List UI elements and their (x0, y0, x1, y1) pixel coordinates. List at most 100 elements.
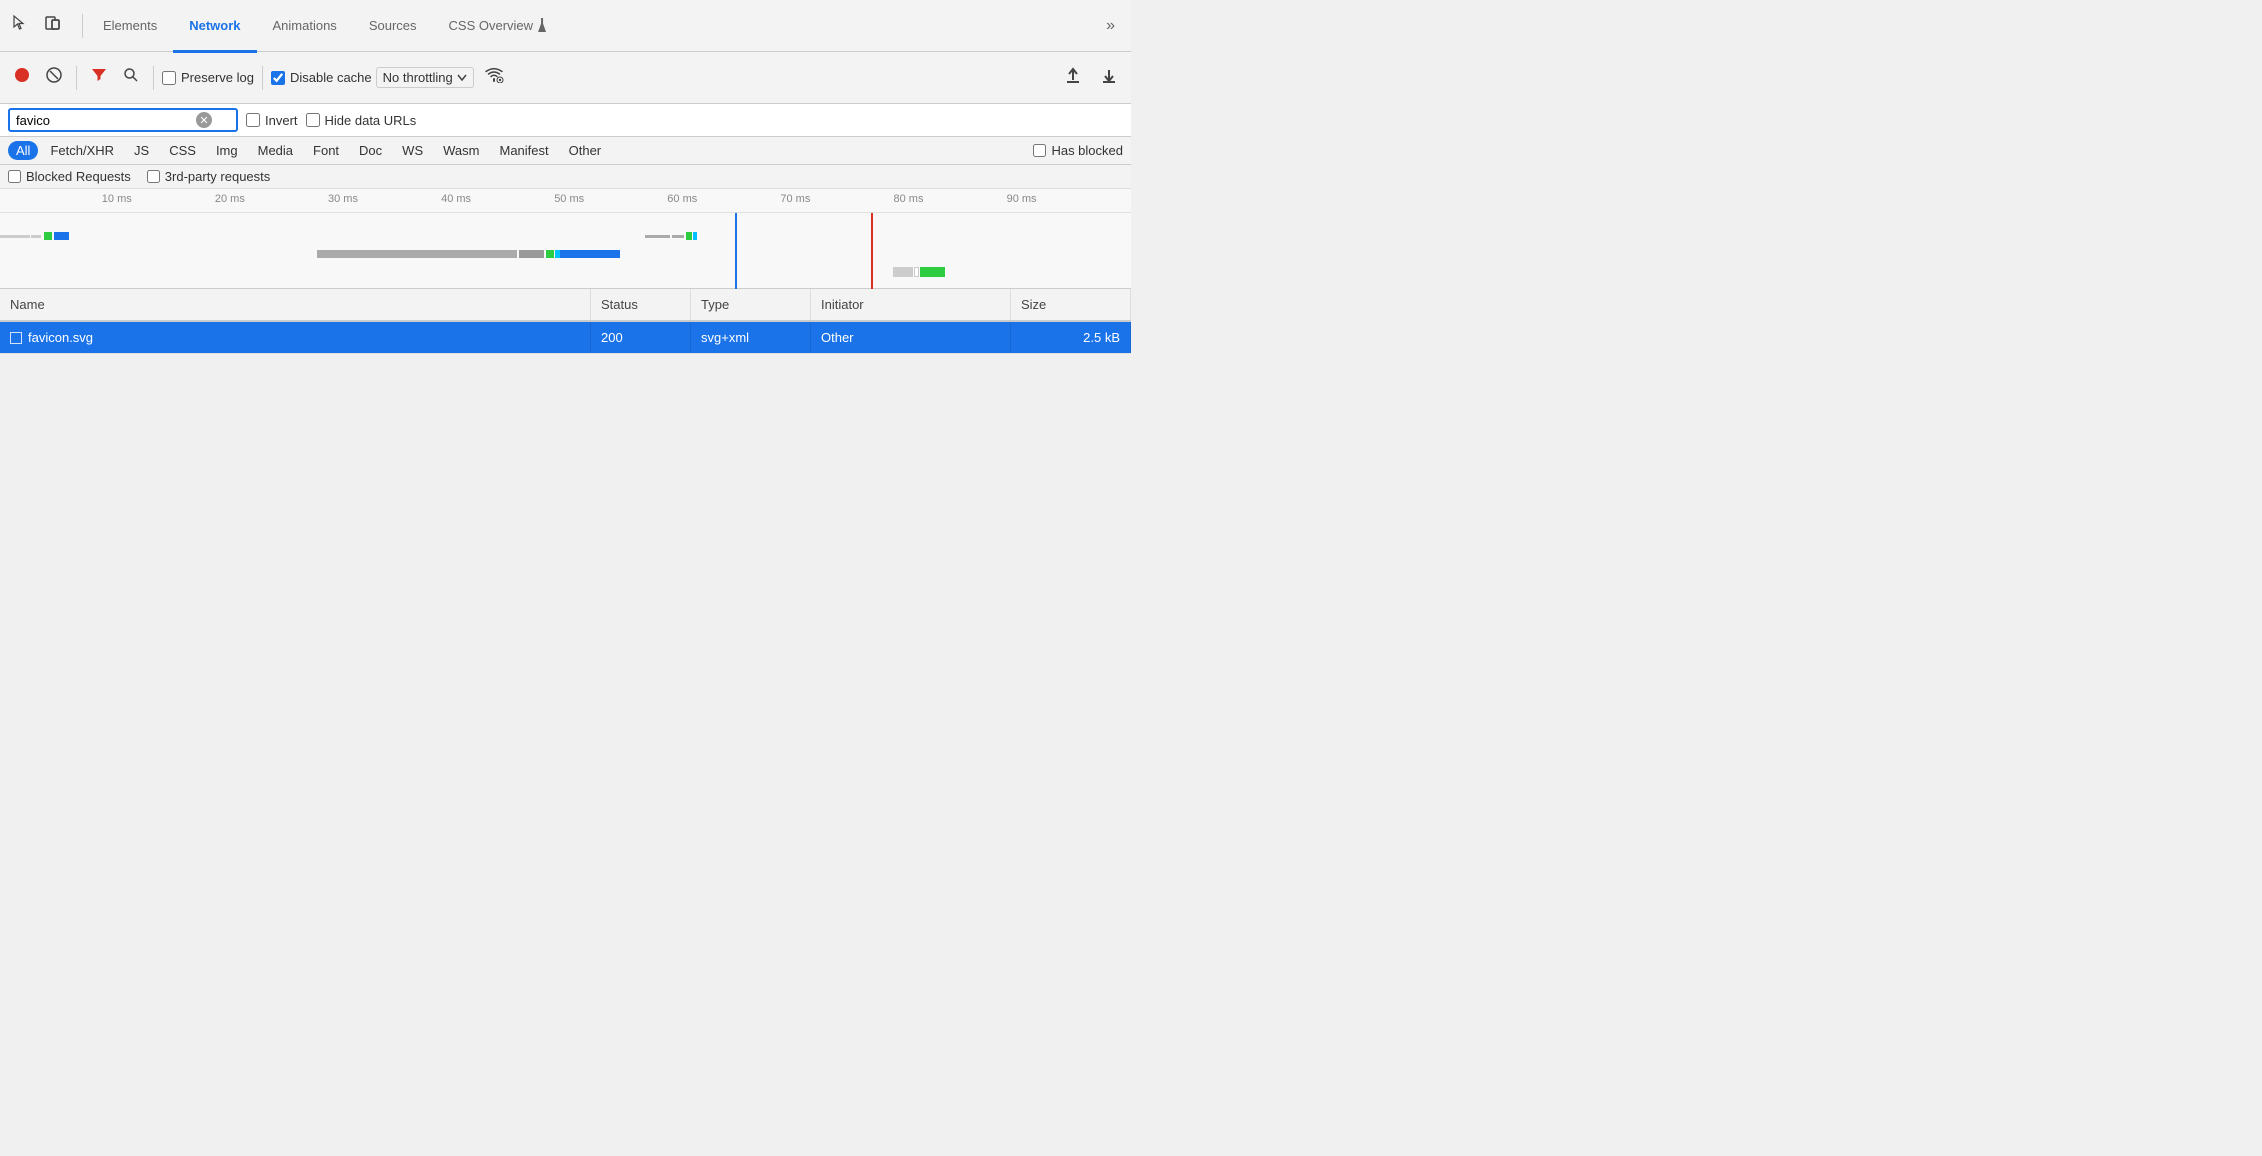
chevron-down-icon (457, 74, 467, 81)
wf-bar-3a (645, 235, 670, 238)
cell-initiator: Other (811, 322, 1011, 353)
timeline-container: 10 ms 20 ms 30 ms 40 ms 50 ms 60 ms 70 m… (0, 189, 1131, 289)
row-checkbox[interactable] (10, 332, 22, 344)
filter-button[interactable] (85, 63, 113, 92)
type-btn-media[interactable]: Media (250, 141, 301, 160)
clear-button[interactable] (40, 63, 68, 92)
type-filter-row: All Fetch/XHR JS CSS Img Media Font Doc … (0, 137, 1131, 165)
type-btn-wasm[interactable]: Wasm (435, 141, 487, 160)
tick-60ms: 60 ms (667, 193, 697, 205)
tab-elements[interactable]: Elements (87, 1, 173, 53)
wf-bar-1d (54, 232, 69, 240)
wf-bar-1a (0, 235, 30, 238)
blocked-row: Blocked Requests 3rd-party requests (0, 165, 1131, 189)
import-button[interactable] (1059, 62, 1087, 93)
blocked-requests-checkbox[interactable] (8, 170, 21, 183)
wf-bar-1c (44, 232, 52, 240)
toolbar-divider-2 (153, 66, 154, 90)
wf-bar-3d (693, 232, 697, 240)
search-button[interactable] (117, 63, 145, 92)
type-btn-other[interactable]: Other (561, 141, 610, 160)
throttle-dropdown[interactable]: No throttling (376, 67, 474, 88)
wf-bar-4a (893, 267, 913, 277)
cell-type: svg+xml (691, 322, 811, 353)
tab-css-overview[interactable]: CSS Overview (433, 1, 564, 53)
toolbar-divider-1 (76, 66, 77, 90)
type-btn-fetch-xhr[interactable]: Fetch/XHR (42, 141, 122, 160)
tab-network[interactable]: Network (173, 1, 256, 53)
dom-content-loaded-line (735, 213, 737, 289)
tab-bar: Elements Network Animations Sources CSS … (0, 0, 1131, 52)
toolbar-divider-3 (262, 66, 263, 90)
table-row[interactable]: favicon.svg 200 svg+xml Other 2.5 kB (0, 322, 1131, 354)
tick-80ms: 80 ms (893, 193, 923, 205)
network-conditions-button[interactable] (478, 63, 510, 92)
disable-cache-checkbox[interactable] (271, 71, 285, 85)
wf-bar-1b (31, 235, 41, 238)
type-btn-ws[interactable]: WS (394, 141, 431, 160)
tick-70ms: 70 ms (780, 193, 810, 205)
export-button[interactable] (1095, 62, 1123, 93)
wifi-icon (484, 67, 504, 83)
type-btn-css[interactable]: CSS (161, 141, 204, 160)
col-size[interactable]: Size (1011, 289, 1131, 320)
clear-search-button[interactable]: ✕ (196, 112, 212, 128)
tick-20ms: 20 ms (215, 193, 245, 205)
devtools-icons (8, 10, 66, 41)
tick-50ms: 50 ms (554, 193, 584, 205)
hide-data-urls-checkbox[interactable] (306, 113, 320, 127)
cell-size: 2.5 kB (1011, 322, 1131, 353)
device-toolbar-icon[interactable] (40, 10, 66, 41)
wf-bar-2a (317, 250, 517, 258)
cell-status: 200 (591, 322, 691, 353)
tick-90ms: 90 ms (1007, 193, 1037, 205)
timeline-ruler: 10 ms 20 ms 30 ms 40 ms 50 ms 60 ms 70 m… (0, 189, 1131, 213)
wf-bar-4c (920, 267, 945, 277)
hide-data-urls-label[interactable]: Hide data URLs (306, 113, 417, 128)
table-body: favicon.svg 200 svg+xml Other 2.5 kB (0, 322, 1131, 354)
type-btn-img[interactable]: Img (208, 141, 246, 160)
third-party-label[interactable]: 3rd-party requests (147, 169, 271, 184)
wf-bar-4b (914, 267, 919, 277)
wf-bar-2b (519, 250, 544, 258)
type-btn-doc[interactable]: Doc (351, 141, 390, 160)
type-btn-font[interactable]: Font (305, 141, 347, 160)
disable-cache-label[interactable]: Disable cache (271, 70, 372, 85)
col-initiator[interactable]: Initiator (811, 289, 1011, 320)
invert-checkbox[interactable] (246, 113, 260, 127)
has-blocked-container: Has blocked (1033, 143, 1123, 158)
tab-animations[interactable]: Animations (257, 1, 353, 53)
tab-divider-1 (82, 14, 83, 38)
cell-name: favicon.svg (0, 322, 591, 353)
table-header: Name Status Type Initiator Size (0, 289, 1131, 322)
inspect-icon[interactable] (8, 10, 34, 41)
record-button[interactable] (8, 62, 36, 93)
invert-label[interactable]: Invert (246, 113, 298, 128)
col-name[interactable]: Name (0, 289, 591, 320)
tick-40ms: 40 ms (441, 193, 471, 205)
type-btn-all[interactable]: All (8, 141, 38, 160)
preserve-log-checkbox[interactable] (162, 71, 176, 85)
wf-bar-3b (672, 235, 684, 238)
wf-bar-3c (686, 232, 692, 240)
flask-icon (537, 18, 547, 32)
wf-bar-2c (546, 250, 554, 258)
third-party-checkbox[interactable] (147, 170, 160, 183)
search-box[interactable]: ✕ (8, 108, 238, 132)
has-blocked-checkbox[interactable] (1033, 144, 1046, 157)
tick-10ms: 10 ms (102, 193, 132, 205)
wf-bar-2e (560, 250, 620, 258)
col-status[interactable]: Status (591, 289, 691, 320)
network-toolbar: Preserve log Disable cache No throttling (0, 52, 1131, 104)
search-input[interactable] (16, 113, 196, 128)
preserve-log-label[interactable]: Preserve log (162, 70, 254, 85)
type-btn-js[interactable]: JS (126, 141, 157, 160)
more-tabs-btn[interactable]: » (1098, 13, 1123, 39)
type-btn-manifest[interactable]: Manifest (491, 141, 556, 160)
filter-row: ✕ Invert Hide data URLs (0, 104, 1131, 137)
timeline-area (0, 213, 1131, 289)
blocked-requests-label[interactable]: Blocked Requests (8, 169, 131, 184)
col-type[interactable]: Type (691, 289, 811, 320)
load-line (871, 213, 873, 289)
tab-sources[interactable]: Sources (353, 1, 433, 53)
